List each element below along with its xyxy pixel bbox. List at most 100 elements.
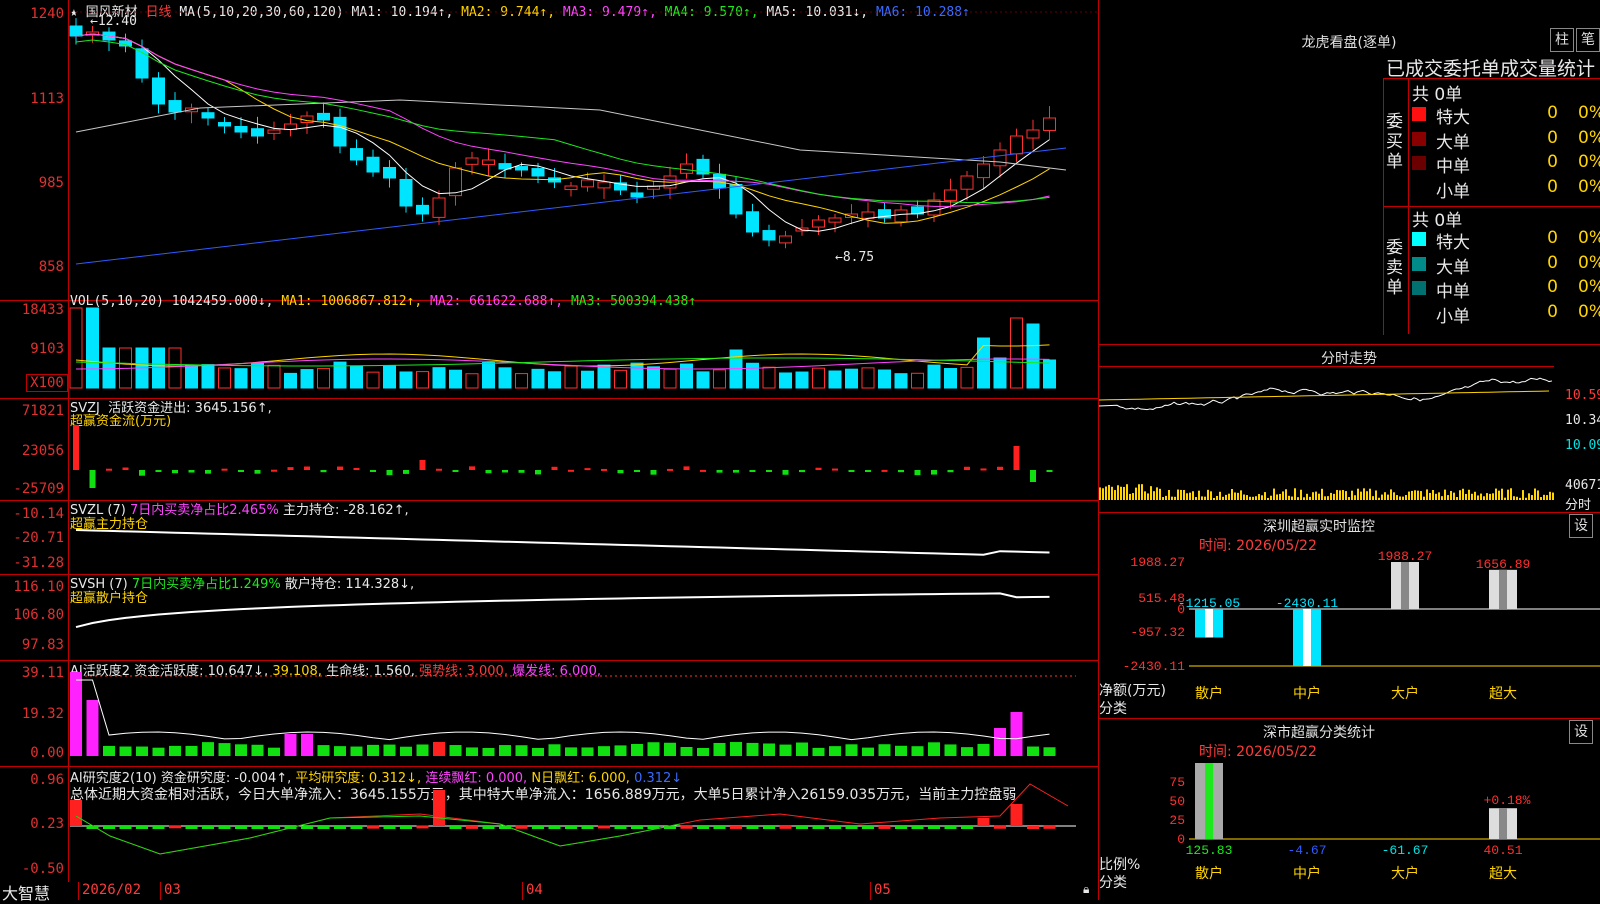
intraday-vol-bar bbox=[1486, 493, 1488, 500]
sz-monitor-panel: 深圳超赢实时监控 设 时间: 2026/05/22 净额(万元) 分类 1988… bbox=[1099, 512, 1600, 719]
intraday-vol-bar bbox=[1207, 489, 1209, 500]
ai-active-pane[interactable]: AI活跃度2 资金活跃度: 10.647↓, 39.108, 生命线: 1.56… bbox=[0, 660, 1098, 767]
candle-body bbox=[482, 159, 495, 166]
candle-body bbox=[201, 112, 215, 119]
lock-icon[interactable]: 🔒︎ bbox=[1083, 882, 1089, 897]
intraday-vol-bar bbox=[1285, 489, 1287, 500]
sz-monitor-category: 大户 bbox=[1391, 685, 1419, 702]
svsh-pane[interactable]: SVSH (7) 7日内买卖净占比1.249% 散户持仓: 114.328↓, … bbox=[0, 574, 1098, 661]
sz-class-bar-value: 40.51 bbox=[1483, 843, 1522, 858]
svzl-pane[interactable]: SVZL (7) 7日内买卖净占比2.465% 主力持仓: -28.162↑, … bbox=[0, 500, 1098, 575]
intraday-vol-bar bbox=[1132, 493, 1134, 500]
ai-research-pane[interactable]: AI研究度2(10) 资金研究度: -0.004↑, 平均研究度: 0.312↓… bbox=[0, 766, 1098, 883]
svzl-chart[interactable] bbox=[0, 500, 1098, 574]
intraday-vol-bar bbox=[1459, 490, 1461, 500]
sz-class-ytick: 75 bbox=[1169, 775, 1185, 790]
intraday-vol-bar bbox=[1288, 495, 1290, 500]
volume-bar bbox=[1026, 323, 1040, 389]
tick-mode-button[interactable]: 笔 bbox=[1576, 28, 1600, 52]
activity-bar bbox=[730, 742, 742, 756]
research-bar bbox=[449, 826, 462, 829]
intraday-vol-bar bbox=[1117, 485, 1119, 500]
intraday-vol-bar bbox=[1513, 496, 1515, 500]
intraday-vol-bar bbox=[1321, 488, 1323, 500]
candle-body bbox=[399, 178, 413, 207]
flow-bar bbox=[386, 470, 393, 476]
volume-bar bbox=[201, 364, 215, 389]
research-bar bbox=[317, 826, 330, 829]
ai-active-chart[interactable] bbox=[0, 660, 1098, 766]
volume-bar bbox=[531, 368, 545, 389]
activity-bar bbox=[416, 744, 429, 756]
intraday-vol-bar bbox=[1270, 495, 1272, 500]
intraday-vol-bar bbox=[1327, 496, 1329, 500]
research-bar bbox=[367, 825, 379, 829]
ai-research-chart[interactable] bbox=[0, 766, 1098, 882]
activity-bar bbox=[515, 745, 528, 756]
research-bar bbox=[301, 826, 313, 829]
research-bar bbox=[713, 826, 726, 829]
row-count: 0 bbox=[1547, 252, 1558, 273]
research-bar bbox=[218, 826, 231, 829]
row-pct: 0% bbox=[1578, 176, 1600, 197]
flow-bar bbox=[931, 470, 937, 475]
volume-bar bbox=[498, 367, 512, 389]
volume-bar bbox=[284, 372, 297, 389]
column-mode-button[interactable]: 柱 bbox=[1550, 28, 1574, 52]
intraday-vol-bar bbox=[1357, 488, 1359, 500]
intraday-vol-bar bbox=[1210, 491, 1212, 500]
flow-bar bbox=[964, 466, 970, 470]
ma2-line bbox=[75, 33, 1050, 224]
intraday-vol-bar bbox=[1483, 496, 1485, 500]
activity-bar bbox=[400, 746, 412, 756]
activity-bar bbox=[631, 743, 643, 756]
flow-bar bbox=[469, 466, 475, 470]
volume-bar bbox=[746, 362, 759, 389]
kline-chart[interactable] bbox=[0, 0, 1098, 300]
main-kline-pane[interactable]: ★ 国风新材 日线 MA(5,10,20,30,60,120) MA1: 10.… bbox=[0, 0, 1098, 301]
sz-class-category: 大户 bbox=[1391, 865, 1419, 882]
color-swatch bbox=[1412, 281, 1426, 295]
activity-bar bbox=[548, 744, 561, 756]
svzj-chart[interactable] bbox=[0, 398, 1098, 500]
research-bar bbox=[251, 826, 264, 829]
volume-bar bbox=[515, 373, 528, 389]
intraday-vol-bar bbox=[1447, 495, 1449, 500]
activity-bar bbox=[152, 747, 165, 756]
candle-body bbox=[581, 179, 594, 188]
dragon-title: 龙虎看盘(逐单) bbox=[1301, 35, 1397, 51]
volume-bar bbox=[234, 368, 248, 389]
ma5-line bbox=[75, 99, 1067, 171]
intraday-panel[interactable]: 分时走势 10.59 10.34 10.09 40671 分时 bbox=[1099, 344, 1600, 513]
volume-pane[interactable]: VOL(5,10,20) 1042459.000↓, MA1: 1006867.… bbox=[0, 294, 1098, 399]
intraday-vol-bar bbox=[1177, 489, 1179, 500]
flow-bar bbox=[73, 425, 79, 470]
intraday-vol-bar bbox=[1480, 493, 1482, 500]
row-count: 0 bbox=[1547, 228, 1558, 248]
flow-bar bbox=[848, 470, 855, 472]
intraday-vol-bar bbox=[1456, 497, 1458, 500]
volume-bar bbox=[894, 373, 908, 389]
research-bar bbox=[911, 826, 924, 829]
activity-bar bbox=[350, 746, 363, 756]
candle-body bbox=[960, 175, 974, 190]
intraday-vol-bar bbox=[1489, 493, 1491, 500]
svzj-pane[interactable]: SVZJ 活跃资金进出: 3645.156↑, 超赢资金流(万元) 71821 … bbox=[0, 398, 1098, 501]
row-count: 0 bbox=[1547, 176, 1558, 197]
dragon-row: 小单 0 0% bbox=[1408, 176, 1600, 202]
flow-bar bbox=[535, 470, 541, 475]
candle-body bbox=[746, 211, 759, 233]
intraday-vol-bar bbox=[1543, 494, 1545, 500]
x-tick-apr bbox=[522, 882, 523, 900]
volume-chart[interactable] bbox=[0, 300, 1098, 398]
intraday-vol-bar bbox=[1390, 489, 1392, 500]
intraday-vol-bar bbox=[1474, 491, 1476, 500]
svsh-chart[interactable] bbox=[0, 574, 1098, 660]
row-name: 特大 bbox=[1436, 233, 1470, 253]
intraday-vol-bar bbox=[1354, 495, 1356, 500]
intraday-chart[interactable] bbox=[1099, 344, 1600, 512]
research-bar bbox=[730, 825, 742, 829]
activity-bar bbox=[565, 747, 577, 756]
intraday-vol-bar bbox=[1171, 496, 1173, 500]
activity-bar bbox=[103, 745, 115, 756]
